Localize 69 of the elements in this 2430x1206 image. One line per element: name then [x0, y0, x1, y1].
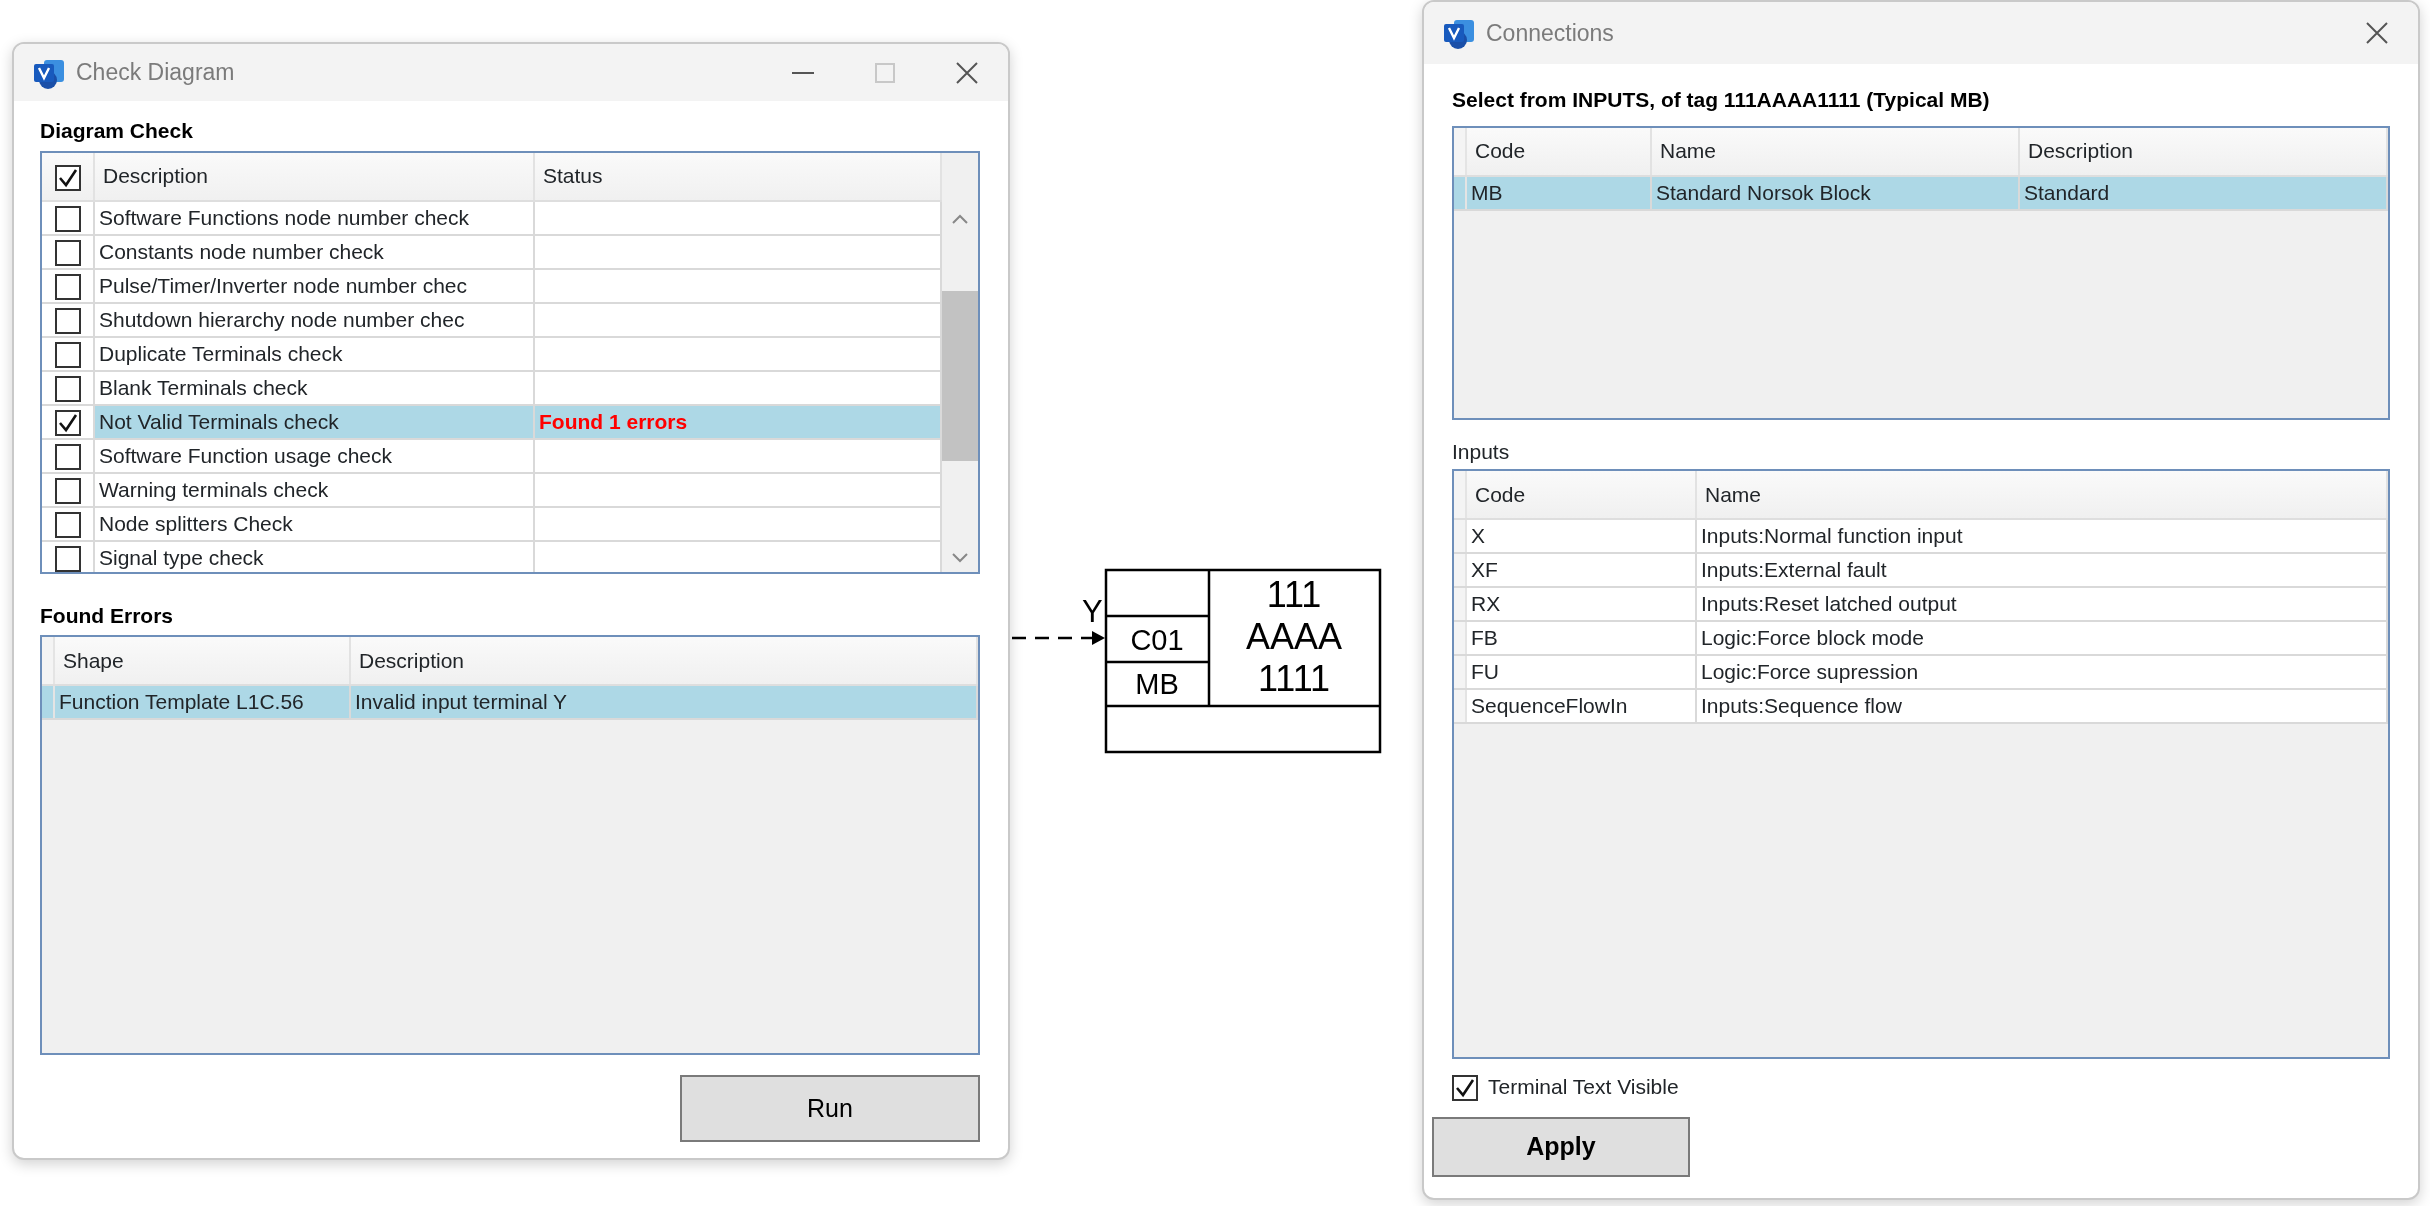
table-cell[interactable]: Pulse/Timer/Inverter node number chec [94, 268, 534, 303]
table-cell[interactable]: Invalid input terminal Y [350, 685, 977, 719]
checkbox[interactable] [54, 274, 81, 301]
table-cell[interactable]: Shutdown hierarchy node number chec [94, 302, 534, 337]
column-header[interactable]: Description [2019, 127, 2387, 176]
tag-text: 1111 [1257, 658, 1331, 699]
terminal-code: C01 [1130, 624, 1184, 656]
column-header[interactable]: Name [1651, 127, 2019, 176]
window-title: Connections [1486, 18, 1614, 48]
table-cell[interactable]: Inputs:Sequence flow [1696, 689, 2387, 723]
table-cell[interactable]: Software Functions node number check [94, 200, 534, 235]
table-cell[interactable]: Function Template L1C.56 [54, 685, 350, 719]
scrollbar[interactable] [942, 152, 978, 572]
table-cell[interactable]: Constants node number check [94, 234, 534, 269]
table-cell[interactable]: Warning terminals check [94, 472, 534, 507]
table-cell[interactable]: Logic:Force block mode [1696, 621, 2387, 655]
checkbox[interactable] [54, 376, 81, 403]
checkbox[interactable] [54, 240, 81, 267]
tag-text: AAAA [1246, 616, 1342, 657]
checkbox[interactable] [54, 444, 81, 471]
tag-text: 111 [1266, 574, 1322, 615]
table-cell[interactable]: X [1466, 519, 1696, 553]
table-cell[interactable]: SequenceFlowIn [1466, 689, 1696, 723]
dialog-heading: Select from INPUTS, of tag 111AAAA1111 (Typical MB) [1452, 87, 1991, 113]
column-header[interactable]: Name [1696, 471, 2387, 519]
close-icon[interactable] [2364, 20, 2390, 46]
table-cell[interactable]: Inputs:Reset latched output [1696, 587, 2387, 621]
table-cell[interactable]: Node splitters Check [94, 506, 534, 541]
table-cell[interactable]: RX [1466, 587, 1696, 621]
column-header[interactable]: Code [1466, 471, 1696, 519]
table-cell[interactable]: Inputs:Normal function input [1696, 519, 2387, 553]
column-header[interactable]: Description [94, 152, 534, 201]
checkbox[interactable] [54, 410, 81, 437]
table-cell[interactable]: Standard Norsok Block [1651, 175, 2019, 210]
table-cell[interactable]: Logic:Force supression [1696, 655, 2387, 689]
window-title: Check Diagram [76, 58, 235, 88]
table-cell[interactable]: MB [1466, 175, 1651, 210]
column-header[interactable]: Code [1466, 127, 1651, 176]
checkbox[interactable] [54, 512, 81, 539]
column-header[interactable]: Status [534, 152, 941, 201]
table-cell[interactable]: Blank Terminals check [94, 370, 534, 405]
checkbox[interactable] [54, 546, 81, 572]
table-cell[interactable]: Inputs:External fault [1696, 553, 2387, 587]
table-cell[interactable]: Standard [2019, 175, 2387, 210]
table-cell[interactable]: XF [1466, 553, 1696, 587]
section-heading: Diagram Check [40, 118, 194, 144]
checkbox[interactable] [54, 164, 81, 191]
section-label: Inputs [1452, 438, 1511, 465]
table-cell[interactable]: FB [1466, 621, 1696, 655]
table-cell[interactable]: Duplicate Terminals check [94, 336, 534, 371]
column-header[interactable]: Description [350, 637, 977, 685]
checkbox[interactable] [54, 206, 81, 233]
checkbox[interactable] [1452, 1074, 1478, 1101]
checkbox[interactable] [54, 308, 81, 335]
checkbox-label[interactable]: Terminal Text Visible [1488, 1071, 1679, 1103]
checkbox[interactable] [54, 342, 81, 369]
checkbox[interactable] [54, 478, 81, 505]
apply-button[interactable]: Apply [1432, 1116, 1690, 1177]
table-cell: Found 1 errors [534, 404, 941, 439]
table-cell[interactable]: Software Function usage check [94, 438, 534, 473]
terminal-label: Y [1082, 594, 1103, 629]
table-cell[interactable]: FU [1466, 655, 1696, 689]
terminal-code: MB [1135, 668, 1179, 700]
close-icon[interactable] [954, 59, 980, 86]
run-button[interactable]: Run [680, 1075, 980, 1142]
table-cell[interactable]: Signal type check [94, 540, 534, 572]
section-heading: Found Errors [40, 602, 174, 629]
column-header[interactable]: Shape [54, 637, 350, 685]
table-cell[interactable]: Not Valid Terminals check [94, 404, 534, 439]
